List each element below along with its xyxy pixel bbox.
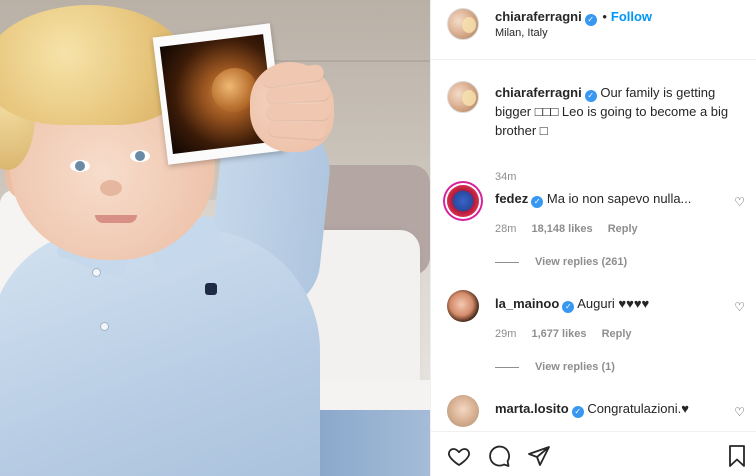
- commenter-username[interactable]: la_mainoo: [495, 296, 559, 311]
- caption-timestamp[interactable]: 34m: [495, 171, 516, 183]
- comment-like-icon[interactable]: ♡: [734, 405, 745, 419]
- author-username[interactable]: chiaraferragni: [495, 9, 582, 24]
- comment-text: fedez ✓ Ma io non sapevo nulla...: [495, 191, 705, 208]
- post-header: chiaraferragni ✓ • Follow Milan, Italy: [431, 0, 756, 60]
- author-avatar[interactable]: [447, 8, 479, 40]
- caption-avatar[interactable]: [447, 81, 479, 113]
- comment-like-icon[interactable]: ♡: [734, 195, 745, 209]
- post-actions-bar: [431, 431, 756, 476]
- comment-body: Congratulazioni.♥: [587, 401, 689, 416]
- verified-badge-icon: ✓: [584, 14, 597, 26]
- verified-badge-icon: ✓: [531, 196, 544, 208]
- comment-reply-button[interactable]: Reply: [608, 223, 638, 235]
- comment-text: la_mainoo ✓ Auguri ♥♥♥♥: [495, 296, 705, 313]
- comment-button[interactable]: [487, 444, 511, 468]
- heart-outline-icon: [448, 448, 470, 466]
- author-line: chiaraferragni ✓ • Follow: [495, 8, 652, 26]
- post-location[interactable]: Milan, Italy: [495, 27, 548, 39]
- comment-likes[interactable]: 18,148 likes: [531, 223, 592, 235]
- caption-text: chiaraferragni ✓ Our family is getting bi…: [495, 83, 747, 140]
- verified-badge-icon: ✓: [562, 301, 575, 313]
- comment-meta: 28m 18,148 likes Reply: [495, 223, 650, 235]
- view-replies-button[interactable]: View replies (261): [495, 256, 627, 268]
- commenter-avatar[interactable]: [447, 395, 479, 427]
- bookmark-icon: [729, 445, 745, 467]
- comment-timestamp[interactable]: 29m: [495, 328, 516, 340]
- comment-like-icon[interactable]: ♡: [734, 300, 745, 314]
- comment-meta: 29m 1,677 likes Reply: [495, 328, 644, 340]
- verified-badge-icon: ✓: [584, 90, 597, 102]
- verified-badge-icon: ✓: [571, 406, 584, 418]
- commenter-username[interactable]: fedez: [495, 191, 528, 206]
- comment-likes[interactable]: 1,677 likes: [531, 328, 586, 340]
- commenter-avatar[interactable]: [447, 185, 479, 217]
- comment-body: Auguri ♥♥♥♥: [577, 296, 650, 311]
- post-sidebar: chiaraferragni ✓ • Follow Milan, Italy chi…: [430, 0, 756, 476]
- caption-username[interactable]: chiaraferragni: [495, 85, 582, 100]
- save-button[interactable]: [725, 444, 749, 468]
- commenter-avatar[interactable]: [447, 290, 479, 322]
- separator-dot: •: [598, 9, 607, 24]
- comment-bubble-icon: [489, 445, 510, 467]
- post-photo[interactable]: [0, 0, 430, 476]
- comment-timestamp[interactable]: 28m: [495, 223, 516, 235]
- comment-body: Ma io non sapevo nulla...: [546, 191, 692, 206]
- view-replies-button[interactable]: View replies (1): [495, 361, 615, 373]
- paper-plane-icon: [528, 446, 550, 466]
- comment-text: marta.losito ✓ Congratulazioni.♥: [495, 401, 705, 418]
- like-button[interactable]: [447, 444, 471, 468]
- follow-button[interactable]: Follow: [611, 9, 652, 24]
- comments-list[interactable]: chiaraferragni ✓ Our family is getting bi…: [431, 61, 756, 431]
- commenter-username[interactable]: marta.losito: [495, 401, 569, 416]
- share-button[interactable]: [527, 444, 551, 468]
- comment-reply-button[interactable]: Reply: [602, 328, 632, 340]
